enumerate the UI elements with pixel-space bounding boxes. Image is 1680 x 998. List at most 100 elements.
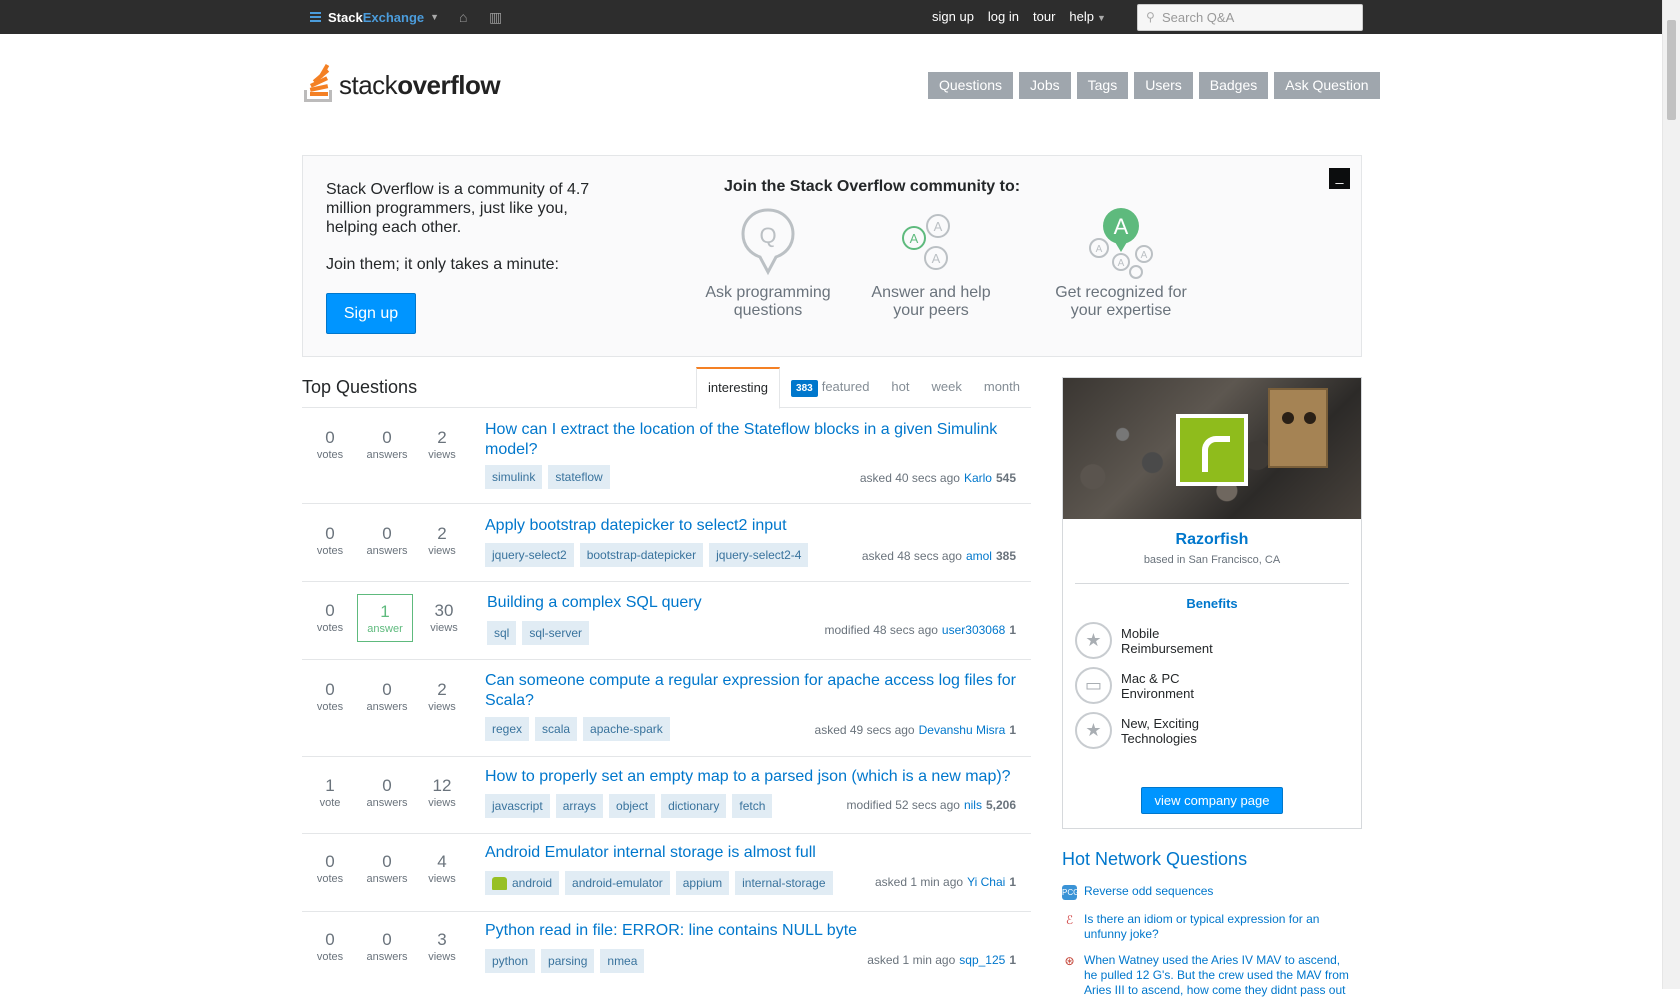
question-title-link[interactable]: How to properly set an empty map to a pa… (485, 767, 1025, 787)
nav-questions[interactable]: Questions (928, 72, 1014, 99)
brand-exchange: Exchange (362, 9, 425, 25)
svg-text:A: A (910, 231, 919, 246)
nav-tags[interactable]: Tags (1076, 72, 1129, 99)
tag[interactable]: parsing (541, 949, 595, 973)
tag[interactable]: nmea (600, 949, 645, 973)
tag[interactable]: android (485, 871, 560, 895)
hot-network-link[interactable]: Is there an idiom or typical expression … (1084, 912, 1356, 942)
company-logo[interactable] (1176, 414, 1248, 486)
user-link[interactable]: sqp_125 (959, 953, 1005, 967)
signup-link[interactable]: sign up (932, 9, 974, 24)
get-recognized-icon: A A A A (1089, 208, 1153, 279)
tag[interactable]: bootstrap-datepicker (579, 543, 704, 567)
tag[interactable]: apache-spark (583, 717, 670, 741)
question-row: 0 votes 0 answers 4 views Android Emulator … (302, 835, 1031, 912)
question-title-link[interactable]: Can someone compute a regular expression… (485, 671, 1025, 711)
tag[interactable]: jquery-select2-4 (709, 543, 809, 567)
search-input[interactable] (1160, 8, 1356, 27)
vote-count: 0 votes (316, 930, 344, 963)
hot-network-title[interactable]: Hot Network Questions (1062, 849, 1247, 870)
nav-ask-question[interactable]: Ask Question (1274, 72, 1380, 99)
tag[interactable]: sql-server (522, 621, 590, 645)
stackoverflow-logo-icon (302, 62, 336, 102)
question-row: 0 votes 0 answers 2 views Apply bootstrap d… (302, 505, 1031, 582)
stackoverflow-logo[interactable]: stackoverflow (302, 60, 501, 102)
inbox-icon[interactable]: ⌂ (459, 9, 467, 25)
tag[interactable]: javascript (485, 794, 550, 818)
tour-link[interactable]: tour (1033, 9, 1055, 24)
question-title-link[interactable]: How can I extract the location of the St… (485, 420, 1025, 460)
tag[interactable]: stateflow (548, 465, 610, 489)
tab-month[interactable]: month (973, 367, 1031, 408)
benefit-item: ★ Mobile Reimbursement (1075, 622, 1241, 659)
scrollbar[interactable] (1662, 0, 1680, 989)
user-link[interactable]: nils (964, 798, 982, 812)
view-company-page-button[interactable]: view company page (1141, 787, 1283, 814)
nav-badges[interactable]: Badges (1198, 72, 1269, 99)
benefits-title: Benefits (1186, 596, 1238, 611)
tag[interactable]: arrays (555, 794, 604, 818)
tag[interactable]: android-emulator (565, 871, 670, 895)
svg-text:A: A (1118, 258, 1125, 269)
monitor-icon: ▭ (1075, 667, 1112, 704)
achievements-icon[interactable]: ▥ (489, 9, 502, 26)
benefit-text: Mac & PC Environment (1121, 670, 1194, 701)
help-menu[interactable]: help ▼ (1069, 9, 1106, 24)
tag[interactable]: sql (487, 621, 517, 645)
welcome-join-title: Join the Stack Overflow community to: (724, 178, 1021, 195)
tag[interactable]: jquery-select2 (485, 543, 574, 567)
user-link[interactable]: Yi Chai (967, 875, 1005, 889)
tag[interactable]: python (485, 949, 536, 973)
vote-count: 0 votes (316, 601, 344, 634)
question-meta: modified 52 secs ago nils 5,206 (847, 798, 1016, 812)
tab-featured[interactable]: 383 featured (780, 367, 880, 408)
answer-count: 0 answers (366, 776, 408, 809)
tag[interactable]: object (609, 794, 656, 818)
close-banner-button[interactable]: _ (1329, 168, 1350, 189)
hot-network-link[interactable]: When Watney used the Aries IV MAV to asc… (1084, 953, 1356, 998)
svg-text:A: A (1114, 214, 1129, 239)
nav-users[interactable]: Users (1134, 72, 1193, 99)
signup-button[interactable]: Sign up (326, 293, 416, 334)
featured-count-badge: 383 (791, 380, 818, 397)
question-title-link[interactable]: Android Emulator internal storage is alm… (485, 843, 1025, 863)
view-count: 30 views (430, 601, 458, 634)
tag[interactable]: internal-storage (735, 871, 833, 895)
user-link[interactable]: amol (966, 549, 992, 563)
hot-network-link[interactable]: Reverse odd sequences (1084, 884, 1356, 900)
svg-text:A: A (932, 251, 941, 266)
scrollbar-thumb[interactable] (1667, 20, 1676, 120)
tag[interactable]: dictionary (661, 794, 727, 818)
question-row: 0 votes 1 answer 30 views Building a comple… (302, 583, 1031, 660)
login-link[interactable]: log in (988, 9, 1019, 24)
tag[interactable]: fetch (732, 794, 773, 818)
question-title-link[interactable]: Building a complex SQL query (487, 593, 1027, 613)
user-link[interactable]: Karlo (964, 471, 992, 485)
user-reputation: 545 (995, 471, 1016, 485)
user-link[interactable]: user303068 (942, 623, 1005, 637)
company-banner-image[interactable] (1063, 378, 1361, 519)
tab-interesting[interactable]: interesting (696, 367, 781, 409)
tag[interactable]: scala (535, 717, 578, 741)
ask-question-icon: Q (741, 208, 795, 276)
search-box[interactable]: ⚲ (1137, 4, 1363, 31)
stackexchange-menu[interactable]: Stack Exchange ▼ (310, 9, 439, 25)
tag[interactable]: regex (485, 717, 530, 741)
view-count: 2 views (428, 524, 456, 557)
star-icon: ★ (1075, 712, 1112, 749)
tag[interactable]: simulink (485, 465, 543, 489)
answer-count: 0 answers (366, 428, 408, 461)
tab-week[interactable]: week (921, 367, 973, 408)
hot-network-item: ⊛ When Watney used the Aries IV MAV to a… (1062, 953, 1362, 998)
codegolf-site-icon: PCG (1062, 885, 1079, 900)
svg-text:A: A (1096, 244, 1103, 255)
question-tabs: interesting 383 featured hot week month (696, 367, 1031, 409)
tab-hot[interactable]: hot (880, 367, 920, 408)
question-title-link[interactable]: Apply bootstrap datepicker to select2 in… (485, 516, 1025, 536)
question-title-link[interactable]: Python read in file: ERROR: line contain… (485, 921, 1025, 941)
hot-network-item: ℰ Is there an idiom or typical expressio… (1062, 912, 1362, 942)
nav-jobs[interactable]: Jobs (1019, 72, 1071, 99)
company-name[interactable]: Razorfish (1063, 531, 1361, 549)
user-link[interactable]: Devanshu Misra (919, 723, 1006, 737)
tag[interactable]: appium (675, 871, 730, 895)
